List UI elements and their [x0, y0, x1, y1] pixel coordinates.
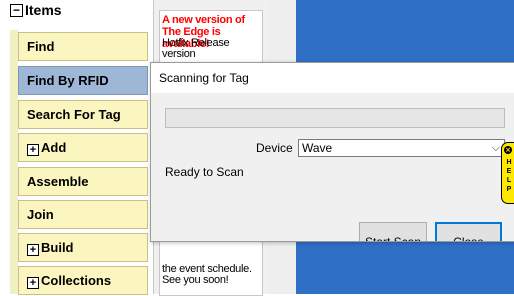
expand-icon[interactable]: +: [27, 244, 39, 256]
device-select-value: Wave: [302, 141, 333, 155]
start-scan-button[interactable]: Start Scan: [359, 222, 427, 241]
nav-item-label: Join: [27, 207, 54, 222]
nav-root[interactable]: − Items: [0, 0, 153, 30]
collapse-icon[interactable]: −: [10, 4, 23, 17]
notification-body-bottom: the event schedule. See you soon!: [162, 263, 252, 286]
device-select[interactable]: Wave ⌵: [298, 139, 505, 157]
nav-item-collections[interactable]: + Collections: [18, 266, 148, 295]
nav-item-add[interactable]: + Add: [18, 133, 148, 162]
nav-tree-strip: [10, 30, 18, 294]
chevron-down-icon: ⌵: [491, 141, 500, 154]
close-icon[interactable]: ×: [504, 146, 512, 154]
scanning-dialog: Scanning for Tag Device Wave ⌵ Ready to …: [150, 62, 514, 242]
nav-item-label: Find: [27, 39, 55, 54]
close-button[interactable]: Close: [435, 222, 502, 241]
help-tab-label: HELP: [505, 158, 513, 194]
notification-body-top: Hotfix Release version: [162, 37, 230, 60]
nav-item-build[interactable]: + Build: [18, 233, 148, 262]
scan-progress-bar: [165, 108, 505, 128]
expand-icon[interactable]: +: [27, 277, 39, 289]
device-label: Device: [256, 141, 293, 155]
nav-item-join[interactable]: Join: [18, 200, 148, 229]
nav-item-find[interactable]: Find: [18, 32, 148, 61]
help-tab-text: HELP: [506, 159, 512, 193]
help-tab[interactable]: × HELP: [501, 142, 514, 204]
dialog-title: Scanning for Tag: [159, 71, 249, 85]
nav-root-label: Items: [25, 2, 62, 18]
scan-status-text: Ready to Scan: [165, 165, 244, 179]
nav-item-label: Assemble: [27, 174, 89, 189]
nav-item-label: Build: [41, 240, 74, 255]
nav-item-label: Search For Tag: [27, 107, 121, 122]
nav-item-find-by-rfid[interactable]: Find By RFID: [18, 66, 148, 95]
nav-item-search-for-tag[interactable]: Search For Tag: [18, 100, 148, 129]
nav-item-label: Add: [41, 140, 67, 155]
left-nav: − Items Find Find By RFID Search For Tag…: [0, 0, 153, 295]
dialog-titlebar[interactable]: Scanning for Tag: [151, 63, 514, 93]
nav-item-assemble[interactable]: Assemble: [18, 167, 148, 196]
expand-icon[interactable]: +: [27, 144, 39, 156]
nav-item-label: Find By RFID: [27, 73, 109, 88]
nav-item-label: Collections: [41, 273, 112, 288]
